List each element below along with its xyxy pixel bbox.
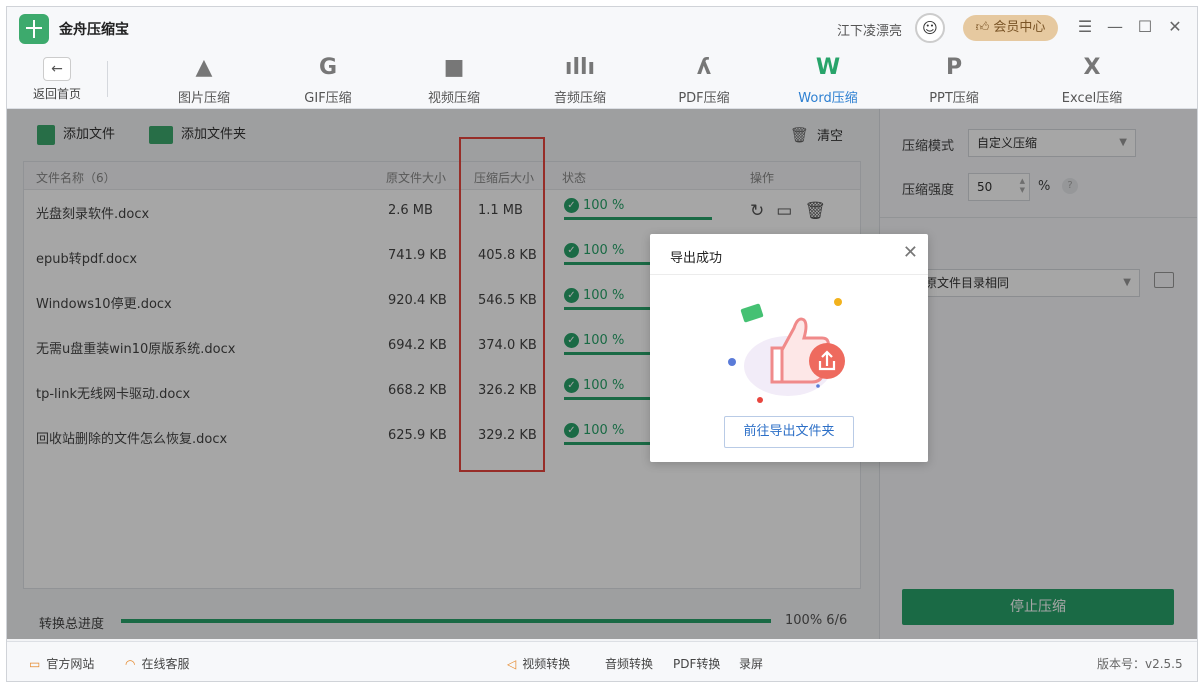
export-success-dialog: 导出成功 ✕ 前往导出文件夹 bbox=[650, 234, 928, 462]
menu-icon[interactable]: ☰ bbox=[1074, 16, 1096, 38]
vip-center-button[interactable]: 👍︎ 会员中心 bbox=[963, 15, 1058, 41]
online-service-link[interactable]: ◠ 在线客服 bbox=[125, 655, 190, 672]
pdf-convert-link[interactable]: PDF转换 bbox=[673, 655, 720, 672]
app-logo-icon bbox=[19, 14, 49, 44]
toolbar-divider bbox=[107, 61, 108, 97]
user-avatar[interactable]: ☺ bbox=[915, 13, 945, 43]
tool-label: 视频压缩 bbox=[427, 91, 480, 106]
tool-icon: ▲ bbox=[195, 55, 213, 80]
tool-icon: ʎ bbox=[696, 55, 712, 80]
tool-label: 图片压缩 bbox=[177, 91, 230, 106]
tool-label: PDF压缩 bbox=[678, 91, 730, 106]
tool-bar: ← 返回首页 ▲ 图片压缩 G GIF压缩 ■ 视频压缩 ıllı 音频压缩 ʎ PDF压缩 W Wo… bbox=[7, 49, 1197, 109]
tool-icon: ■ bbox=[443, 55, 465, 80]
dialog-title: 导出成功 bbox=[670, 251, 723, 266]
tool-3[interactable]: ıllı 音频压缩 bbox=[525, 49, 635, 109]
maximize-button[interactable]: ☐ bbox=[1134, 16, 1156, 38]
minimize-button[interactable]: — bbox=[1104, 16, 1126, 38]
tool-label: PPT压缩 bbox=[929, 91, 979, 106]
user-name[interactable]: 江下凌漂亮 bbox=[837, 20, 902, 39]
thumbs-up-illustration bbox=[728, 298, 845, 403]
vip-label: 会员中心 bbox=[993, 20, 1046, 35]
video-convert-label: 视频转换 bbox=[522, 657, 571, 671]
tool-icon: ıllı bbox=[564, 55, 596, 80]
tool-icon: W bbox=[815, 55, 841, 80]
version-text: 版本号：v2.5.5 bbox=[1097, 657, 1183, 671]
tool-label: 音频压缩 bbox=[553, 91, 606, 106]
app-title: 金舟压缩宝 bbox=[59, 22, 129, 38]
title-bar: 金舟压缩宝 江下凌漂亮 ☺ 👍︎ 会员中心 ☰ — ☐ ✕ bbox=[7, 7, 1197, 49]
official-site-label: 官方网站 bbox=[46, 657, 95, 671]
open-export-folder-button[interactable]: 前往导出文件夹 bbox=[724, 416, 854, 448]
app-window: 金舟压缩宝 江下凌漂亮 ☺ 👍︎ 会员中心 ☰ — ☐ ✕ ← 返回首页 ▲ 图片… bbox=[6, 6, 1198, 682]
headset-icon: ◠ bbox=[125, 657, 136, 671]
tool-icon: X bbox=[1083, 55, 1101, 80]
tool-icon: P bbox=[945, 55, 963, 80]
megaphone-icon: ◁ bbox=[507, 657, 517, 671]
tool-0[interactable]: ▲ 图片压缩 bbox=[149, 49, 259, 109]
tool-7[interactable]: X Excel压缩 bbox=[1037, 49, 1147, 109]
tool-label: Word压缩 bbox=[798, 91, 858, 106]
back-arrow-icon: ← bbox=[43, 57, 71, 81]
back-home-label: 返回首页 bbox=[32, 87, 81, 101]
monitor-icon: ▭ bbox=[29, 657, 41, 671]
online-service-label: 在线客服 bbox=[141, 657, 190, 671]
tool-label: Excel压缩 bbox=[1061, 91, 1123, 106]
back-home-button[interactable]: ← 返回首页 bbox=[21, 49, 93, 109]
screen-record-link[interactable]: 录屏 bbox=[739, 655, 763, 672]
tool-1[interactable]: G GIF压缩 bbox=[273, 49, 383, 109]
tool-6[interactable]: P PPT压缩 bbox=[899, 49, 1009, 109]
close-button[interactable]: ✕ bbox=[1164, 16, 1186, 38]
tool-label: GIF压缩 bbox=[304, 91, 352, 106]
dialog-divider bbox=[650, 274, 928, 275]
tool-4[interactable]: ʎ PDF压缩 bbox=[649, 49, 759, 109]
thumb-icon: 👍︎ bbox=[975, 20, 994, 35]
tool-2[interactable]: ■ 视频压缩 bbox=[399, 49, 509, 109]
audio-convert-link[interactable]: 音频转换 bbox=[605, 655, 653, 672]
footer: ▭ 官方网站 ◠ 在线客服 ◁ 视频转换 音频转换 PDF转换 录屏 版本号：v2.5… bbox=[7, 641, 1197, 681]
official-site-link[interactable]: ▭ 官方网站 bbox=[29, 655, 94, 672]
close-icon[interactable]: ✕ bbox=[903, 242, 918, 263]
video-convert-link[interactable]: ◁ 视频转换 bbox=[507, 655, 570, 672]
tool-icon: G bbox=[318, 55, 338, 80]
tool-5[interactable]: W Word压缩 bbox=[773, 49, 883, 109]
